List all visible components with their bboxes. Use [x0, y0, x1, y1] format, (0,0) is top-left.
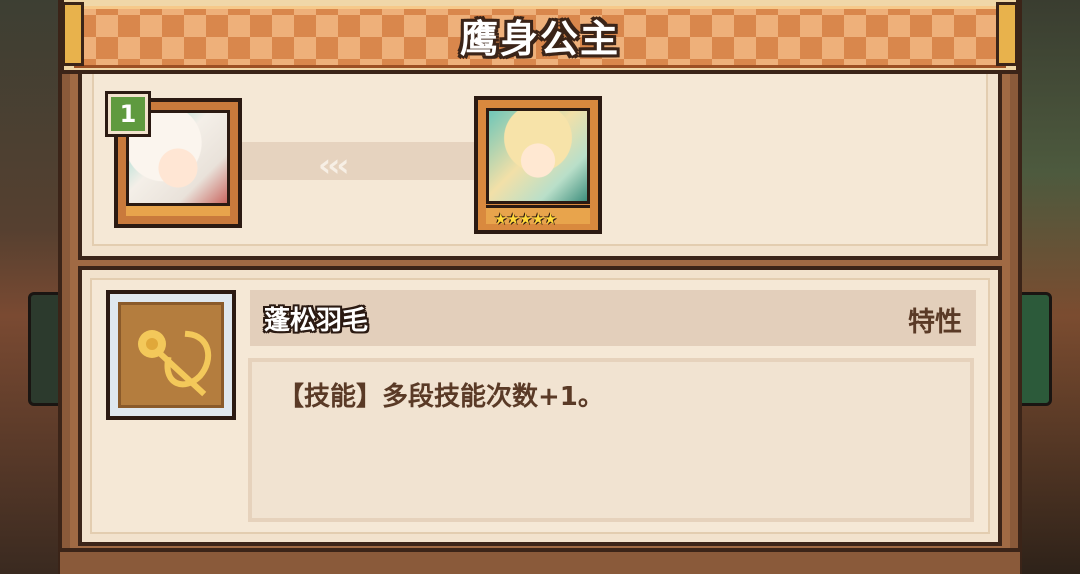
skill-name: 蓬松羽毛 [264, 306, 369, 336]
star-rating: ★★★★★ [494, 210, 557, 228]
portrait-frame-strip [126, 203, 230, 216]
evolution-arrows-icon: ‹‹‹ [318, 146, 350, 184]
rank-badge: 1 [105, 91, 151, 137]
dialog-bottom-edge [60, 548, 1020, 574]
skill-description-box: 【技能】多段技能次数+1。 [248, 358, 974, 522]
skill-emblem-graphic [138, 330, 211, 397]
skill-description: 【技能】多段技能次数+1。 [278, 382, 604, 412]
background-left-scenery [0, 0, 66, 574]
page-title: 鹰身公主 [459, 17, 620, 61]
evolved-portrait-art [486, 108, 590, 204]
evolution-arrow-track [242, 142, 478, 180]
title-banner: 鹰身公主 [60, 0, 1020, 74]
background-right-scenery [1014, 0, 1080, 574]
feather-spear-icon[interactable] [106, 290, 236, 420]
skill-header: 蓬松羽毛 特性 [250, 290, 976, 346]
skill-type-label: 特性 [908, 307, 962, 338]
